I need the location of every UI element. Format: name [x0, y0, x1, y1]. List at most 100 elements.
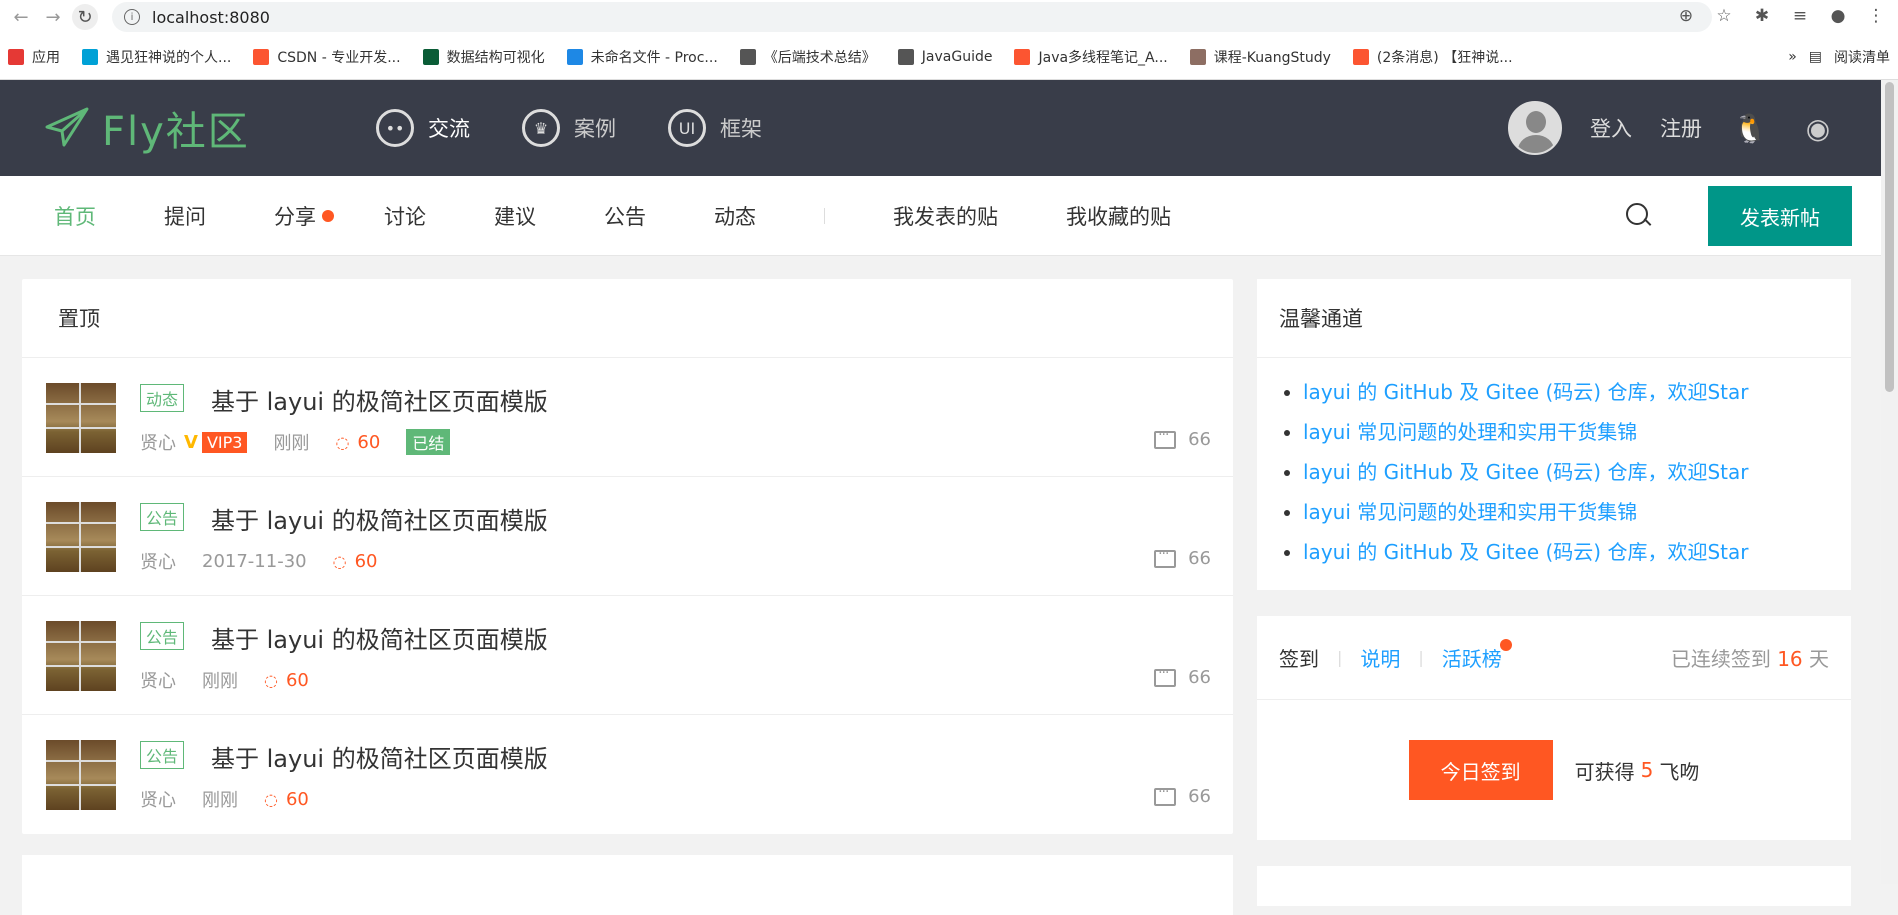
- bookmark-label: 《后端技术总结》: [763, 49, 876, 66]
- media-icon[interactable]: ≡: [1788, 4, 1812, 28]
- post-author[interactable]: 贤心: [140, 786, 176, 812]
- crown-icon: ♛: [522, 109, 560, 147]
- post-item: 公告基于 layui 的极简社区页面模版贤心 刚刚 ◌ 60 66: [22, 596, 1233, 715]
- logo-text: Fly社区: [102, 109, 250, 155]
- channel-link[interactable]: layui 常见问题的处理和实用干货集锦: [1303, 492, 1851, 532]
- channel-link[interactable]: layui 常见问题的处理和实用干货集锦: [1303, 412, 1851, 452]
- post-author[interactable]: 贤心: [140, 667, 176, 693]
- back-icon[interactable]: ←: [8, 4, 34, 30]
- likes-count: 60: [354, 550, 378, 572]
- url-text: localhost:8080: [152, 7, 270, 27]
- top-nav-item-exchange[interactable]: •• 交流: [376, 109, 470, 147]
- nav-item-my-posts[interactable]: 我发表的贴: [893, 201, 998, 231]
- top-nav-item-framework[interactable]: UI 框架: [668, 109, 762, 147]
- nav-item-discuss[interactable]: 讨论: [384, 201, 426, 231]
- nav-item-ask[interactable]: 提问: [164, 201, 206, 231]
- post-time: 2017-11-30: [202, 550, 307, 572]
- bookmark-label: 数据结构可视化: [446, 49, 545, 66]
- comment-count: 66: [1188, 667, 1211, 688]
- post-item: 动态基于 layui 的极简社区页面模版贤心 VVIP3 刚刚 ◌ 60 已结 66: [22, 358, 1233, 477]
- menu-icon[interactable]: ⋮: [1864, 4, 1888, 28]
- post-meta: 贤心 2017-11-30 ◌ 60: [140, 548, 403, 574]
- comment-count: 66: [1188, 548, 1211, 569]
- site-info-icon[interactable]: i: [124, 9, 140, 25]
- bookmark-item[interactable]: 《后端技术总结》: [739, 47, 876, 67]
- nav-item-share[interactable]: 分享: [274, 201, 334, 231]
- post-meta: 贤心 刚刚 ◌ 60: [140, 667, 335, 693]
- search-icon[interactable]: [1624, 201, 1654, 231]
- author-avatar[interactable]: [46, 740, 116, 810]
- reading-list-link[interactable]: 阅读清单: [1834, 47, 1890, 67]
- nav-item-news[interactable]: 动态: [714, 201, 756, 231]
- bookmark-item[interactable]: Java多线程笔记_A...: [1014, 47, 1168, 67]
- channel-link[interactable]: layui 的 GitHub 及 Gitee (码云) 仓库，欢迎Star: [1303, 532, 1851, 572]
- post-item: 公告基于 layui 的极简社区页面模版贤心 刚刚 ◌ 60 66: [22, 715, 1233, 834]
- post-likes: ◌ 60: [333, 551, 378, 572]
- post-likes: ◌ 60: [264, 670, 309, 691]
- user-avatar-placeholder[interactable]: [1508, 101, 1562, 155]
- page-scrollbar[interactable]: [1881, 80, 1898, 884]
- nav-item-my-favorites[interactable]: 我收藏的贴: [1066, 201, 1171, 231]
- site-logo[interactable]: Fly社区: [44, 99, 250, 157]
- bookmark-item[interactable]: 课程-KuangStudy: [1189, 47, 1331, 67]
- author-avatar[interactable]: [46, 621, 116, 691]
- next-side-panel: [1257, 866, 1851, 906]
- post-category-tag: 公告: [140, 741, 185, 769]
- post-author[interactable]: 贤心: [140, 548, 176, 574]
- bookmark-item[interactable]: 应用: [8, 47, 60, 67]
- bookmark-item[interactable]: (2条消息) 【狂神说...: [1352, 47, 1513, 67]
- comment-icon: [1154, 427, 1177, 449]
- scrollbar-thumb[interactable]: [1885, 82, 1894, 392]
- post-likes: ◌ 60: [264, 789, 309, 810]
- bookmark-label: 应用: [32, 49, 60, 66]
- post-title-link[interactable]: 基于 layui 的极简社区页面模版: [211, 620, 548, 655]
- reload-icon[interactable]: ↻: [72, 4, 98, 30]
- sign-in-button[interactable]: 今日签到: [1408, 740, 1553, 800]
- qq-icon[interactable]: 🐧: [1730, 108, 1770, 148]
- post-title-link[interactable]: 基于 layui 的极简社区页面模版: [211, 382, 548, 417]
- zoom-icon[interactable]: ⊕: [1674, 4, 1698, 28]
- sign-in-panel: 签到 | 说明 | 活跃榜 已连续签到 16 天 今日签到 可获得 5 飞吻: [1257, 616, 1851, 840]
- address-bar[interactable]: i localhost:8080: [112, 2, 1712, 32]
- channel-link[interactable]: layui 的 GitHub 及 Gitee (码云) 仓库，欢迎Star: [1303, 452, 1851, 492]
- profile-icon[interactable]: ●: [1826, 4, 1850, 28]
- author-avatar[interactable]: [46, 383, 116, 453]
- post-title-link[interactable]: 基于 layui 的极简社区页面模版: [211, 501, 548, 536]
- new-dot-icon: [322, 209, 334, 222]
- nav-item-suggest[interactable]: 建议: [494, 201, 536, 231]
- divider: |: [1337, 648, 1343, 667]
- nav-item-home[interactable]: 首页: [54, 201, 96, 231]
- sign-explain-link[interactable]: 说明: [1360, 643, 1400, 672]
- apps-grid-icon: [8, 48, 24, 65]
- post-category-tag: 公告: [140, 622, 185, 650]
- nav-item-notice[interactable]: 公告: [604, 201, 646, 231]
- streak-prefix: 已连续签到: [1670, 647, 1771, 671]
- post-likes: ◌ 60: [335, 432, 380, 453]
- bookmark-label: Java多线程笔记_A...: [1038, 49, 1168, 66]
- post-title-link[interactable]: 基于 layui 的极简社区页面模版: [211, 739, 548, 774]
- bookmark-label: 遇见狂神说的个人...: [106, 49, 232, 66]
- sign-label: 签到: [1279, 647, 1319, 671]
- top-nav-item-cases[interactable]: ♛ 案例: [522, 109, 616, 147]
- bookmark-item[interactable]: 数据结构可视化: [422, 47, 545, 67]
- login-link[interactable]: 登入: [1590, 113, 1632, 143]
- bookmark-item[interactable]: JavaGuide: [897, 48, 992, 65]
- bookmark-star-icon[interactable]: ☆: [1712, 4, 1736, 28]
- new-post-button[interactable]: 发表新帖: [1708, 186, 1852, 246]
- register-link[interactable]: 注册: [1660, 113, 1702, 143]
- nav-item-label: 分享: [274, 204, 316, 229]
- bookmark-item[interactable]: 未命名文件 - Proc...: [566, 47, 718, 67]
- post-author[interactable]: 贤心: [140, 429, 176, 455]
- weibo-icon[interactable]: ◉: [1798, 108, 1838, 148]
- ranking-link[interactable]: 活跃榜: [1442, 639, 1512, 672]
- forward-icon[interactable]: →: [40, 4, 66, 30]
- comment-icon: [1154, 546, 1177, 568]
- bookmark-label: 课程-KuangStudy: [1213, 49, 1331, 66]
- author-avatar[interactable]: [46, 502, 116, 572]
- extensions-icon[interactable]: ✱: [1750, 4, 1774, 28]
- reading-list-icon[interactable]: ▤: [1809, 49, 1822, 65]
- channel-link[interactable]: layui 的 GitHub 及 Gitee (码云) 仓库，欢迎Star: [1303, 372, 1851, 412]
- bookmark-item[interactable]: CSDN - 专业开发...: [253, 47, 401, 67]
- bookmark-item[interactable]: 遇见狂神说的个人...: [82, 47, 231, 67]
- bookmarks-more-icon[interactable]: »: [1788, 49, 1797, 65]
